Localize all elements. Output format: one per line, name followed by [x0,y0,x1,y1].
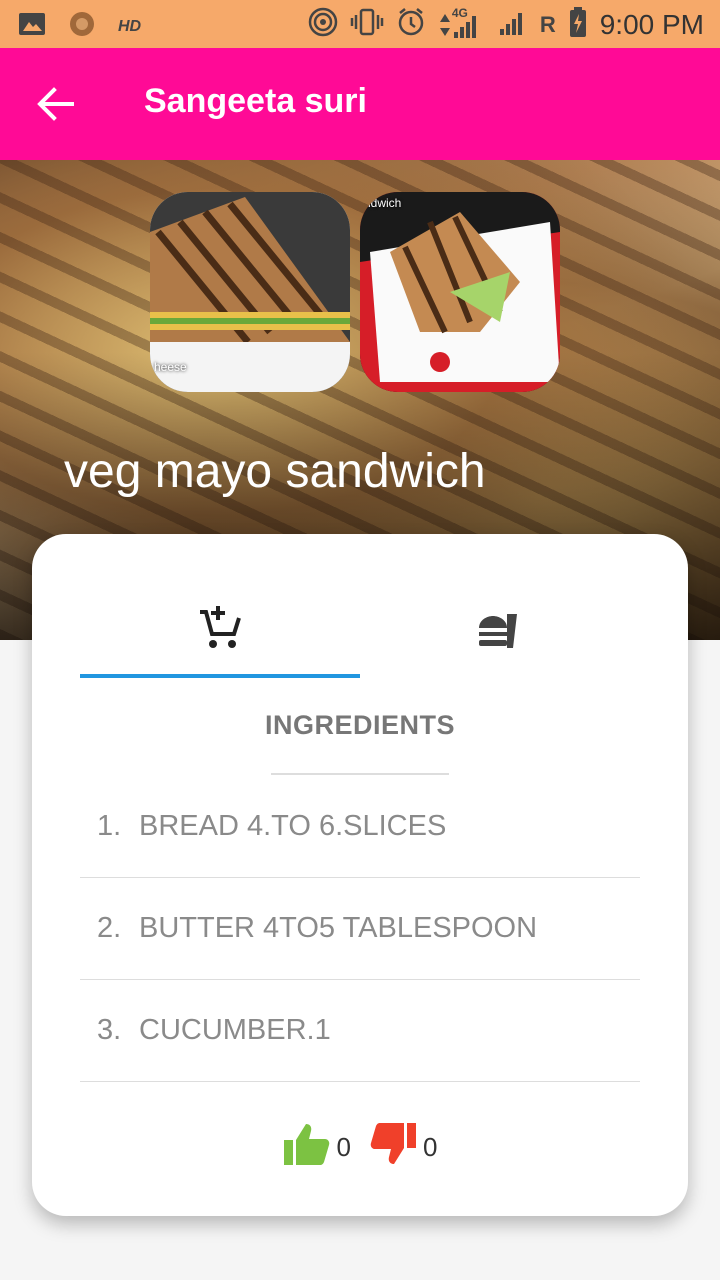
list-item: 3. CUCUMBER.1 [80,980,640,1082]
item-number: 2. [97,912,122,944]
recipe-thumbnail-1[interactable]: heese [150,192,350,392]
item-text: CUCUMBER.1 [139,1014,331,1046]
thumbnail-caption: ndwich [364,196,402,210]
list-item: 2. BUTTER 4TO5 TABLESPOON [80,878,640,980]
alarm-icon [396,7,426,42]
status-time: 9:00 PM [599,8,704,40]
item-number: 1. [97,810,122,842]
item-text: BUTTER 4TO5 TABLESPOON [139,912,538,944]
thumbnail-caption: heese [154,360,187,374]
recipe-card: INGREDIENTS 1. BREAD 4.TO 6.SLICES 2. BU… [32,534,688,1216]
item-number: 3. [97,1014,122,1046]
tab-ingredients[interactable] [80,584,360,678]
page-title: Sangeeta suri [144,82,367,120]
recipe-thumbnail-2[interactable]: ndwich [360,192,560,392]
signal-icon-2 [498,7,528,42]
tab-indicator [80,674,360,678]
title-underline [271,773,449,775]
signal-icon: 4G [438,6,486,40]
dislike-count: 0 [423,1132,438,1162]
ingredients-list: 1. BREAD 4.TO 6.SLICES 2. BUTTER 4TO5 TA… [80,776,640,1082]
sandwich-photo-2 [360,192,560,392]
vote-bar: 0 0 [32,1122,688,1173]
arrow-back-icon[interactable] [34,84,78,124]
thumbs-up-icon[interactable] [283,1122,331,1173]
tab-directions[interactable] [360,584,640,678]
like-count: 0 [336,1132,351,1162]
ingredients-title: INGREDIENTS [264,710,456,740]
app-icon [68,10,96,43]
food-icon [477,604,523,655]
app-bar: Sangeeta suri [0,48,720,160]
hd-label: HD [118,17,142,35]
gallery-icon [18,11,46,42]
network-label: 4G [451,5,468,20]
thumbs-down-icon[interactable] [369,1122,417,1173]
item-text: BREAD 4.TO 6.SLICES [139,810,447,842]
cart-add-icon [198,604,242,655]
list-item: 1. BREAD 4.TO 6.SLICES [80,776,640,878]
roaming-label: R [539,11,556,37]
status-bar: HD 4G R 9:00 PM [0,0,720,48]
recipe-name: veg mayo sandwich [64,445,486,498]
battery-icon [568,6,588,43]
hotspot-icon [308,7,338,42]
vibrate-icon [350,7,384,42]
